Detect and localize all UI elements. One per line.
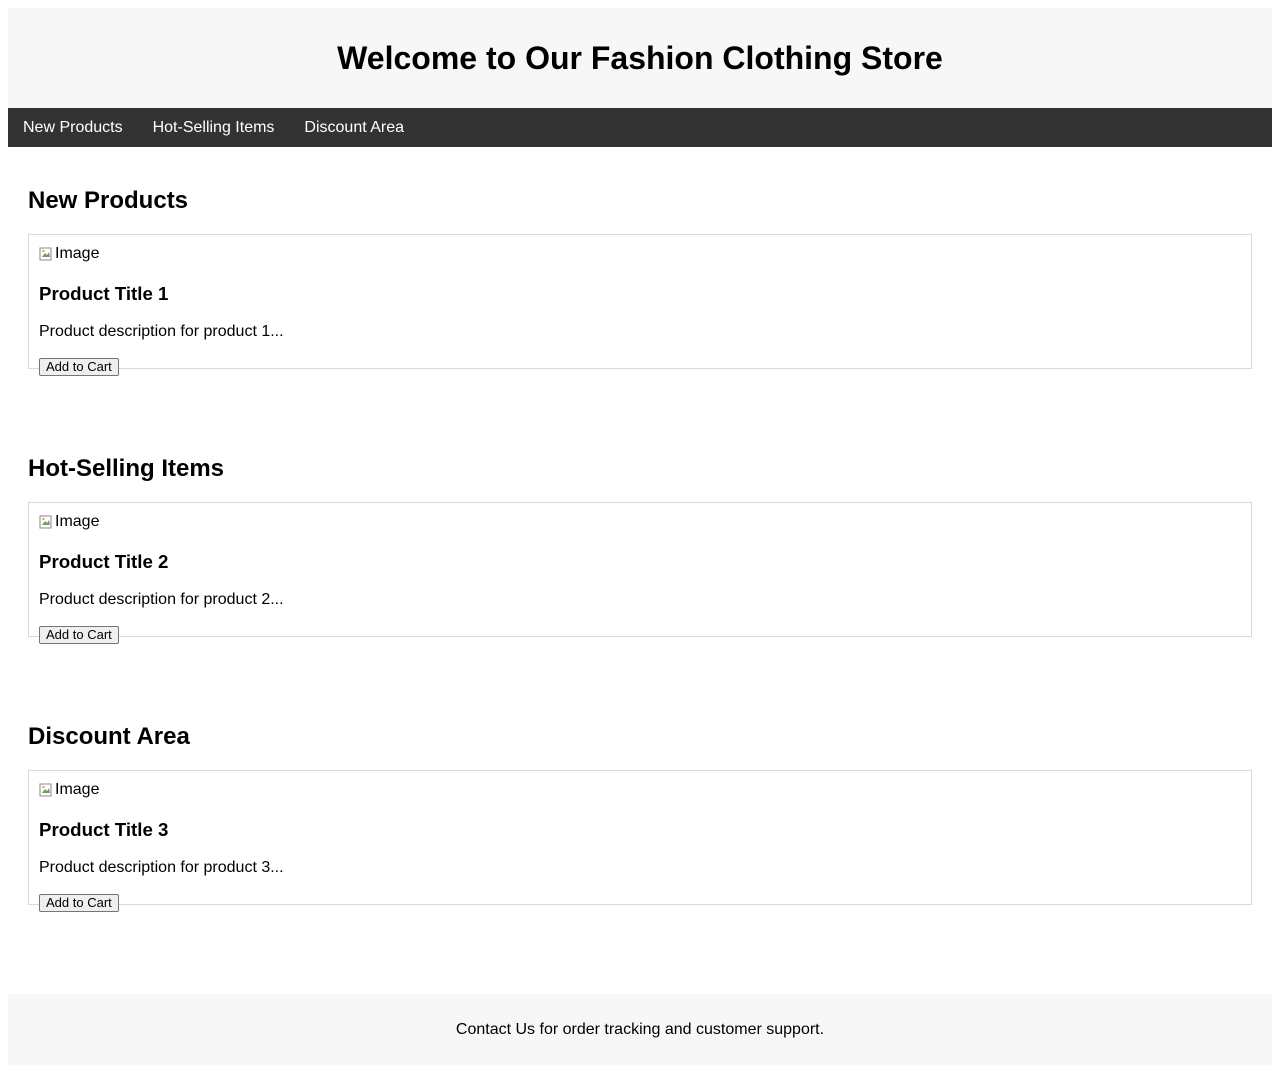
site-header: Welcome to Our Fashion Clothing Store bbox=[8, 8, 1272, 108]
nav-link-discount-area[interactable]: Discount Area bbox=[289, 108, 419, 147]
product-description: Product description for product 3... bbox=[39, 859, 284, 876]
product-description: Product description for product 2... bbox=[39, 591, 284, 608]
product-image-alt: Image bbox=[55, 513, 100, 530]
product-title: Product Title 3 bbox=[39, 819, 169, 840]
product-card: Image Product Title 3 Product descriptio… bbox=[28, 770, 1252, 912]
footer-text: Contact Us for order tracking and custom… bbox=[455, 1020, 825, 1038]
product-description: Product description for product 1... bbox=[39, 323, 284, 340]
section-heading: New Products bbox=[28, 187, 189, 214]
product-image-alt: Image bbox=[55, 781, 100, 798]
product-image: Image bbox=[39, 244, 1241, 264]
product-title: Product Title 1 bbox=[39, 283, 169, 304]
product-title: Product Title 2 bbox=[39, 551, 169, 572]
broken-image-icon bbox=[39, 782, 53, 798]
section-new-products: New Products Image Product Title 1 Produ… bbox=[8, 147, 1272, 415]
product-image: Image bbox=[39, 780, 1241, 800]
broken-image-icon bbox=[39, 246, 53, 262]
add-to-cart-button[interactable]: Add to Cart bbox=[39, 358, 119, 376]
product-image-alt: Image bbox=[55, 245, 100, 262]
product-card: Image Product Title 2 Product descriptio… bbox=[28, 502, 1252, 644]
add-to-cart-button[interactable]: Add to Cart bbox=[39, 626, 119, 644]
add-to-cart-button[interactable]: Add to Cart bbox=[39, 894, 119, 912]
section-discount-area: Discount Area Image Product Title 3 Prod… bbox=[8, 683, 1272, 912]
nav-link-hot-selling-items[interactable]: Hot-Selling Items bbox=[138, 108, 290, 147]
broken-image-icon bbox=[39, 514, 53, 530]
page-title: Welcome to Our Fashion Clothing Store bbox=[337, 39, 943, 76]
nav-link-new-products[interactable]: New Products bbox=[8, 108, 138, 147]
section-heading: Discount Area bbox=[28, 723, 190, 750]
product-card: Image Product Title 1 Product descriptio… bbox=[28, 234, 1252, 376]
section-hot-selling-items: Hot-Selling Items Image Product Title 2 … bbox=[8, 415, 1272, 683]
main-nav: New Products Hot-Selling Items Discount … bbox=[8, 108, 1272, 147]
section-heading: Hot-Selling Items bbox=[28, 455, 225, 482]
site-footer: Contact Us for order tracking and custom… bbox=[8, 994, 1272, 1065]
page: Welcome to Our Fashion Clothing Store Ne… bbox=[8, 8, 1272, 912]
product-image: Image bbox=[39, 512, 1241, 532]
